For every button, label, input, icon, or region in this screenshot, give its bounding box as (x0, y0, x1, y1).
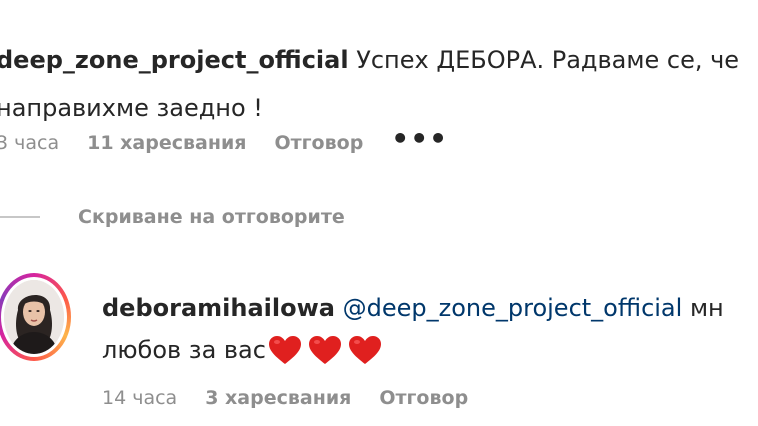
hide-replies-label: Скриване на отговорите (78, 206, 345, 228)
avatar-gap (1, 277, 67, 357)
reply-comment-text: мн (689, 294, 724, 322)
avatar-illustration (4, 280, 64, 354)
reply-comment-text-line2: любов за вас (102, 336, 266, 364)
profile-avatar-icon (4, 280, 64, 354)
hide-replies-button[interactable]: Скриване на отговорите (0, 206, 345, 228)
parent-comment-text: Успех ДЕБОРА. Радваме се, че (356, 46, 740, 74)
reply-comment-time[interactable]: 14 часа (102, 387, 177, 409)
parent-comment-meta: 3 часа 11 харесвания Отговор ••• (0, 124, 448, 154)
parent-comment-time[interactable]: 3 часа (0, 132, 59, 154)
red-heart-icon (348, 336, 381, 364)
comments-thread: deep_zone_project_official Успех ДЕБОРА.… (0, 0, 758, 426)
reply-comment-mention[interactable]: @deep_zone_project_official (343, 294, 683, 322)
hide-replies-divider (0, 216, 40, 218)
avatar[interactable] (0, 273, 71, 361)
red-heart-icon (308, 336, 341, 364)
reply-comment: deboramihailowa @deep_zone_project_offic… (102, 287, 724, 371)
red-heart-icon (268, 336, 301, 364)
reply-comment-meta: 14 часа 3 харесвания Отговор (102, 387, 496, 409)
parent-comment: deep_zone_project_official Успех ДЕБОРА.… (0, 36, 758, 132)
reply-comment-reply-button[interactable]: Отговор (379, 387, 468, 409)
reply-comment-likes[interactable]: 3 харесвания (205, 387, 351, 409)
parent-comment-reply-button[interactable]: Отговор (274, 132, 363, 154)
parent-comment-text-line2: направихме заедно ! (0, 94, 263, 122)
reply-comment-username[interactable]: deboramihailowa (102, 294, 335, 322)
reply-comment-line2: любов за вас (102, 329, 388, 371)
more-horizontal-icon[interactable]: ••• (391, 124, 448, 152)
hearts-row (268, 335, 388, 365)
parent-comment-likes[interactable]: 11 харесвания (87, 132, 246, 154)
parent-comment-username[interactable]: deep_zone_project_official (0, 46, 349, 74)
